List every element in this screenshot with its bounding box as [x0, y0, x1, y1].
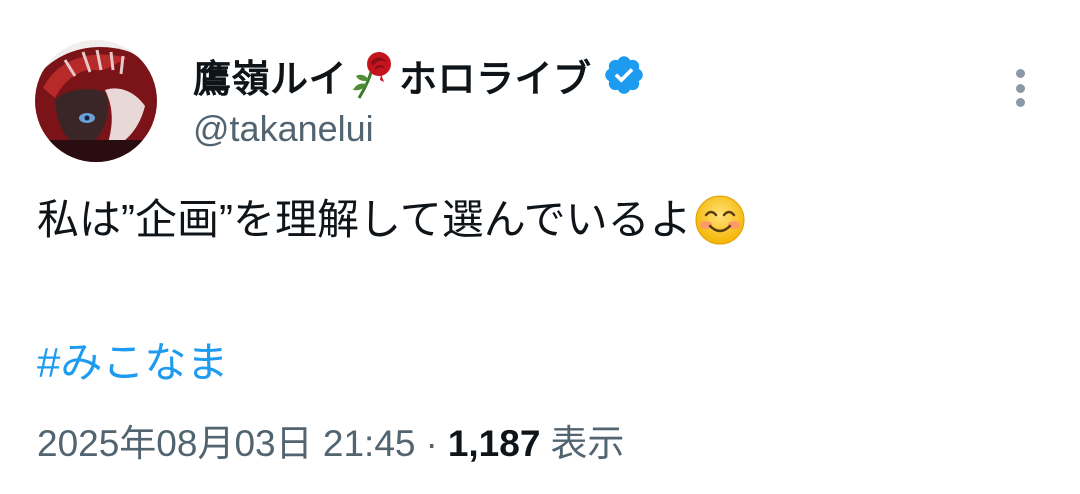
more-dot	[1015, 69, 1025, 78]
hashtag-link[interactable]: #みこなま	[37, 333, 228, 393]
tweet-meta: 2025年08月03日 21:45 · 1,187 表示	[37, 418, 624, 470]
verified-badge-icon[interactable]	[602, 53, 646, 97]
more-dot	[1015, 98, 1025, 107]
author-handle[interactable]: @takanelui	[193, 108, 374, 150]
more-dot	[1015, 83, 1025, 93]
author-display-name[interactable]: 鷹嶺ルイ	[193, 48, 347, 103]
tweet-body: 私は”企画”を理解して選んでいるよ	[37, 196, 692, 243]
author-name-row[interactable]: 鷹嶺ルイ ホロライブ	[193, 47, 646, 103]
avatar[interactable]	[35, 40, 157, 162]
tweet-card: 鷹嶺ルイ ホロライブ @takanelui 私は”企画”を理解して選んでいるよ …	[0, 0, 1080, 494]
author-affiliation[interactable]: ホロライブ	[399, 48, 592, 103]
meta-separator: ·	[425, 423, 438, 464]
tweet-timestamp[interactable]: 2025年08月03日 21:45	[37, 418, 416, 470]
views-count[interactable]: 1,187	[448, 418, 541, 470]
more-vertical-icon[interactable]	[1005, 66, 1035, 110]
rose-icon	[351, 50, 395, 100]
smiling-face-icon	[694, 194, 746, 246]
tweet-text: 私は”企画”を理解して選んでいるよ	[37, 190, 746, 250]
views-label: 表示	[550, 423, 625, 464]
